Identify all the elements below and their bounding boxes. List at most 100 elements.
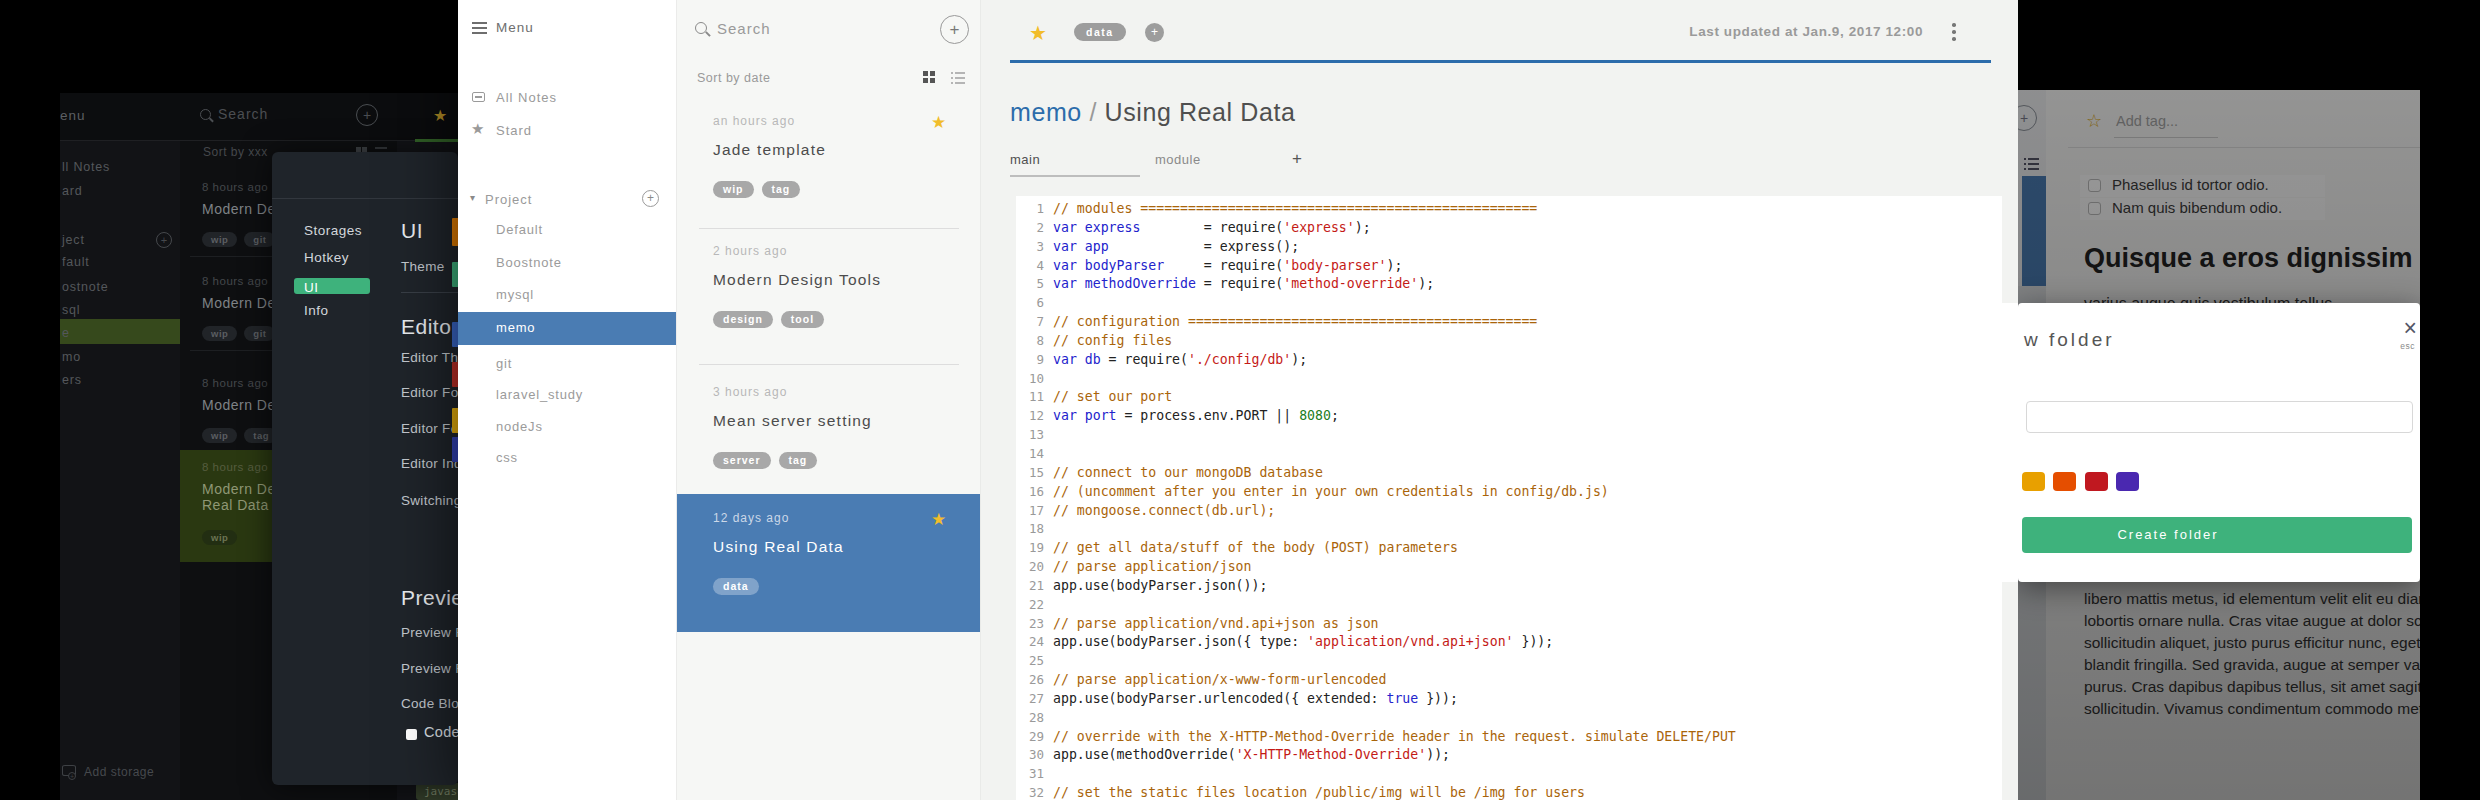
left-tag-pill: wip [202, 428, 237, 443]
line-number: 10 [1016, 370, 1053, 389]
code-line: 9var db = require('./config/db'); [1016, 351, 2002, 370]
code-line: 21app.use(bodyParser.json()); [1016, 577, 2002, 596]
settings-nav-storages[interactable]: Storages [304, 223, 362, 238]
sidebar-folder-Default[interactable]: Default [496, 222, 543, 237]
add-storage-plus-icon: + [68, 772, 76, 780]
line-number: 27 [1016, 690, 1053, 709]
sidebar-folder-laravel_study[interactable]: laravel_study [496, 387, 583, 402]
tab-main[interactable]: main [1010, 152, 1040, 167]
sidebar: Menu All Notes ★ Stard ▾ Project + Defau… [458, 0, 677, 800]
sort-by-dropdown[interactable]: Sort by date [697, 71, 770, 85]
code-editor[interactable]: 1// modules ============================… [1016, 196, 2002, 800]
folder-color-swatch[interactable] [2022, 472, 2045, 491]
create-folder-button[interactable]: Create folder [2022, 517, 2412, 553]
note-list-title[interactable]: Mean server setting [713, 412, 872, 430]
folder-name-input[interactable] [2026, 401, 2413, 433]
left-sidebar-item[interactable]: fault [62, 255, 90, 269]
left-sort-label[interactable]: Sort by xxx [203, 145, 268, 159]
project-label[interactable]: Project [485, 192, 532, 207]
code-line: 14 [1016, 445, 2002, 464]
left-menu-label[interactable]: enu [60, 108, 86, 123]
desktop-canvas: enu Search + Sort by xxx ll Notes ard ject… [0, 0, 2480, 800]
hamburger-icon[interactable] [472, 22, 487, 34]
note-star-icon[interactable]: ★ [931, 112, 946, 133]
list-view-icon[interactable] [951, 71, 965, 84]
sidebar-item-starred[interactable]: Stard [496, 123, 532, 138]
left-note-title[interactable]: Real Data [202, 497, 269, 513]
code-line: 25 [1016, 652, 2002, 671]
settings-row[interactable]: Editor Indent Size [401, 456, 458, 471]
settings-row[interactable]: Code Block Theme [401, 696, 458, 711]
settings-row[interactable]: Editor Theme [401, 350, 458, 365]
settings-checkbox[interactable] [406, 729, 417, 740]
folder-color-swatch[interactable] [2053, 472, 2076, 491]
settings-section-heading: Editor [401, 315, 458, 339]
sidebar-folder-Boostnote[interactable]: Boostnote [496, 255, 562, 270]
note-list-title[interactable]: Using Real Data [713, 538, 844, 556]
close-icon[interactable]: × [2404, 315, 2417, 342]
settings-row[interactable]: Editor Font Size [401, 385, 458, 400]
settings-row[interactable]: Preview Font Family [401, 661, 458, 676]
settings-row[interactable]: Editor Font Family [401, 421, 458, 436]
left-tag-pill: wip [202, 232, 237, 247]
left-search-label[interactable]: Search [218, 106, 268, 122]
note-star-icon[interactable]: ★ [1029, 21, 1047, 45]
sidebar-folder-css[interactable]: css [496, 450, 518, 465]
left-sidebar-item[interactable]: ject [62, 233, 85, 247]
note-list-title[interactable]: Jade template [713, 141, 826, 159]
settings-nav-ui[interactable]: UI [304, 280, 319, 295]
left-language-pill[interactable]: javascri [416, 783, 458, 800]
left-note-tags: wip [202, 527, 244, 545]
sidebar-folder-nodeJs[interactable]: nodeJs [496, 419, 543, 434]
left-star-icon[interactable]: ★ [433, 106, 447, 125]
grid-view-icon[interactable] [923, 71, 936, 84]
tag-pill: tag [762, 181, 801, 198]
left-sidebar-item[interactable]: ll Notes [62, 160, 110, 174]
add-storage-button[interactable]: Add storage [84, 765, 154, 779]
settings-modal: StoragesHotkeyUIInfo UIThemeEditorEditor… [272, 152, 458, 785]
menu-label[interactable]: Menu [496, 20, 534, 35]
folder-color-swatch[interactable] [2085, 472, 2108, 491]
left-new-note-button[interactable]: + [356, 104, 378, 126]
left-sidebar-item[interactable]: mo [62, 350, 81, 364]
settings-divider [401, 292, 458, 293]
sidebar-folder-git[interactable]: git [496, 356, 512, 371]
new-note-button[interactable]: + [940, 15, 969, 44]
breadcrumb: memo / Using Real Data [1010, 98, 1296, 127]
line-number: 26 [1016, 671, 1053, 690]
settings-nav-hotkey[interactable]: Hotkey [304, 250, 349, 265]
note-list-title[interactable]: Modern Design Tools [713, 271, 881, 289]
settings-row[interactable]: Switching Preview [401, 493, 458, 508]
settings-row[interactable]: Preview Font Size [401, 625, 458, 640]
add-tag-button[interactable]: + [1145, 23, 1164, 42]
sidebar-folder-memo[interactable]: memo [496, 320, 535, 335]
note-title[interactable]: Using Real Data [1105, 98, 1296, 126]
sidebar-item-all-notes[interactable]: All Notes [496, 90, 557, 105]
note-time: 3 hours ago [713, 385, 787, 399]
tab-module[interactable]: module [1155, 152, 1201, 167]
settings-row[interactable]: Theme [401, 259, 445, 274]
left-sidebar-item[interactable]: sql [62, 303, 80, 317]
left-sidebar-item[interactable]: ostnote [62, 280, 109, 294]
kebab-menu-icon[interactable] [1952, 23, 1956, 41]
left-sidebar-item[interactable]: ers [62, 373, 82, 387]
tag-pill: tool [781, 311, 824, 328]
settings-row[interactable]: Code Block [424, 724, 458, 740]
note-star-icon[interactable]: ★ [931, 509, 946, 530]
sidebar-folder-mysql[interactable]: mysql [496, 287, 534, 302]
left-sidebar-item[interactable]: e [62, 326, 70, 340]
folder-color-swatch[interactable] [2116, 472, 2139, 491]
search-input[interactable]: Search [717, 20, 771, 37]
left-sidebar-item[interactable]: ard [62, 184, 82, 198]
left-active-tab-underline [415, 139, 458, 142]
tag-pill: server [713, 452, 771, 469]
left-add-folder-button[interactable]: + [156, 232, 172, 248]
settings-nav-info[interactable]: Info [304, 303, 329, 318]
add-folder-button[interactable]: + [642, 190, 659, 207]
note-tag-pill[interactable]: data [1074, 23, 1126, 41]
left-app-window: enu Search + Sort by xxx ll Notes ard ject… [60, 93, 458, 800]
note-tags: servertag [713, 450, 825, 469]
tab-add-button[interactable]: + [1292, 149, 1302, 169]
project-chevron-icon[interactable]: ▾ [470, 192, 475, 203]
breadcrumb-folder[interactable]: memo [1010, 98, 1082, 126]
